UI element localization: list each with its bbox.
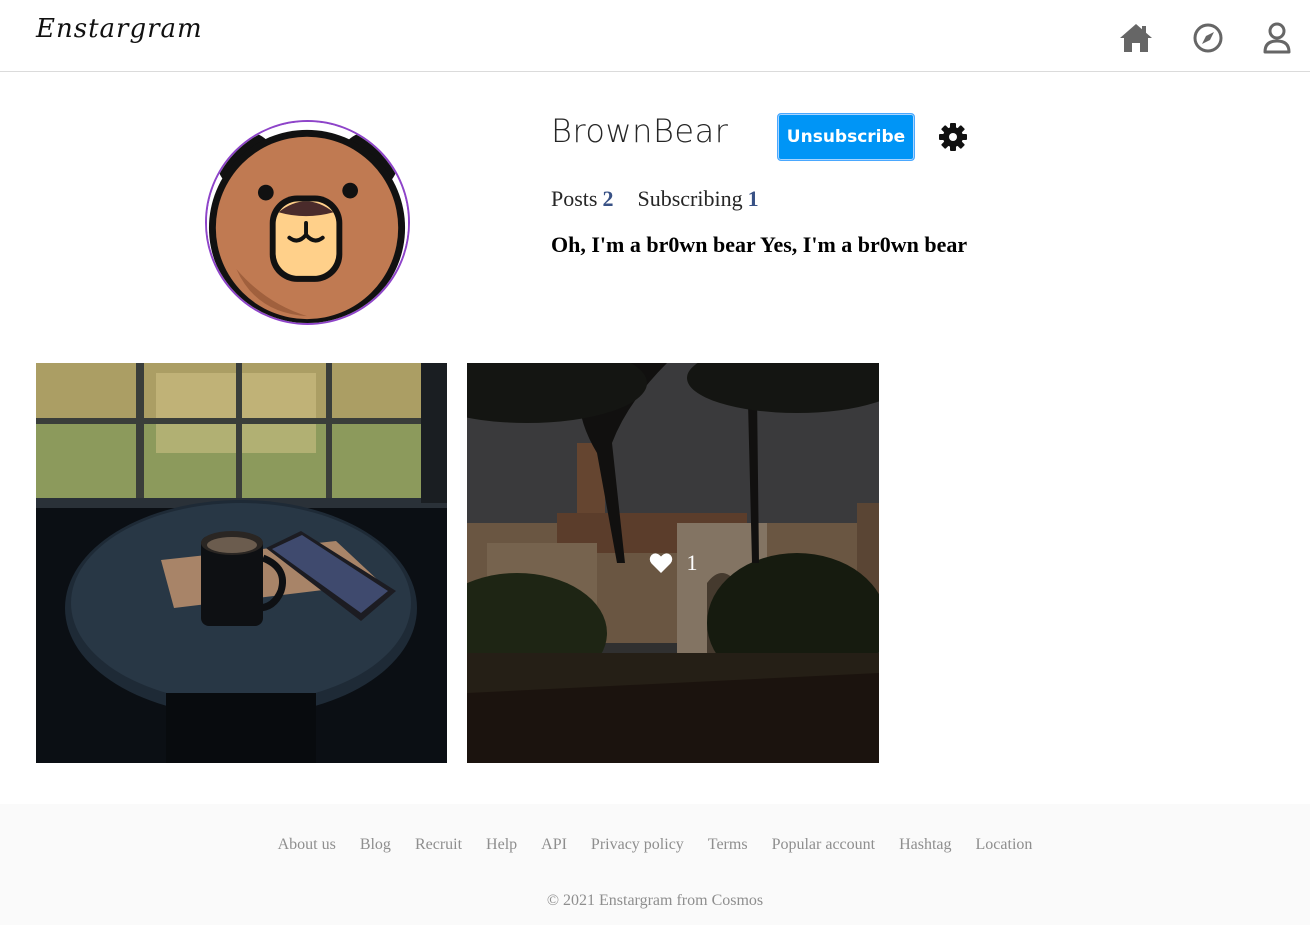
footer-links: About us Blog Recruit Help API Privacy p… — [0, 836, 1310, 854]
subscribing-label: Subscribing — [637, 186, 743, 211]
posts-label: Posts — [551, 186, 598, 211]
posts-stat[interactable]: Posts 2 — [551, 186, 613, 212]
footer-link-privacy-policy[interactable]: Privacy policy — [591, 836, 684, 854]
profile-avatar — [205, 120, 410, 325]
unsubscribe-button[interactable]: Unsubscribe — [777, 113, 915, 161]
subscribing-stat[interactable]: Subscribing 1 — [637, 186, 758, 212]
footer-link-about-us[interactable]: About us — [278, 836, 336, 854]
brown-bear-avatar-icon — [207, 122, 408, 323]
page-footer: About us Blog Recruit Help API Privacy p… — [0, 804, 1310, 925]
profile-bio: Oh, I'm a br0wn bear Yes, I'm a br0wn be… — [551, 232, 968, 257]
explore-compass-icon[interactable] — [1190, 20, 1226, 56]
footer-link-hashtag[interactable]: Hashtag — [899, 836, 951, 854]
like-count-value: 1 — [686, 550, 698, 575]
footer-link-location[interactable]: Location — [976, 836, 1033, 854]
profile-user-icon[interactable] — [1259, 20, 1295, 56]
footer-link-help[interactable]: Help — [486, 836, 517, 854]
copyright-text: © 2021 Enstargram from Cosmos — [546, 892, 764, 909]
coffee-and-phone-photo — [36, 363, 447, 763]
profile-username: BrownBear — [551, 112, 729, 150]
post-likes: 1 — [649, 550, 698, 576]
top-navigation-bar: Enstargram — [0, 0, 1310, 72]
footer-link-recruit[interactable]: Recruit — [415, 836, 462, 854]
heart-icon — [649, 553, 672, 573]
settings-gear-icon[interactable] — [938, 122, 968, 152]
post-thumbnail[interactable] — [36, 363, 447, 763]
app-logo[interactable]: Enstargram — [36, 14, 203, 44]
footer-link-terms[interactable]: Terms — [708, 836, 748, 854]
home-icon[interactable] — [1118, 20, 1154, 56]
profile-stats: Posts 2 Subscribing 1 — [551, 186, 783, 212]
footer-link-popular-account[interactable]: Popular account — [772, 836, 876, 854]
footer-link-blog[interactable]: Blog — [360, 836, 391, 854]
post-hover-overlay[interactable]: 1 — [467, 363, 879, 763]
subscribing-count: 1 — [747, 186, 759, 211]
footer-link-api[interactable]: API — [541, 836, 567, 854]
post-thumbnail[interactable]: 1 — [467, 363, 879, 763]
posts-count: 2 — [602, 186, 614, 211]
